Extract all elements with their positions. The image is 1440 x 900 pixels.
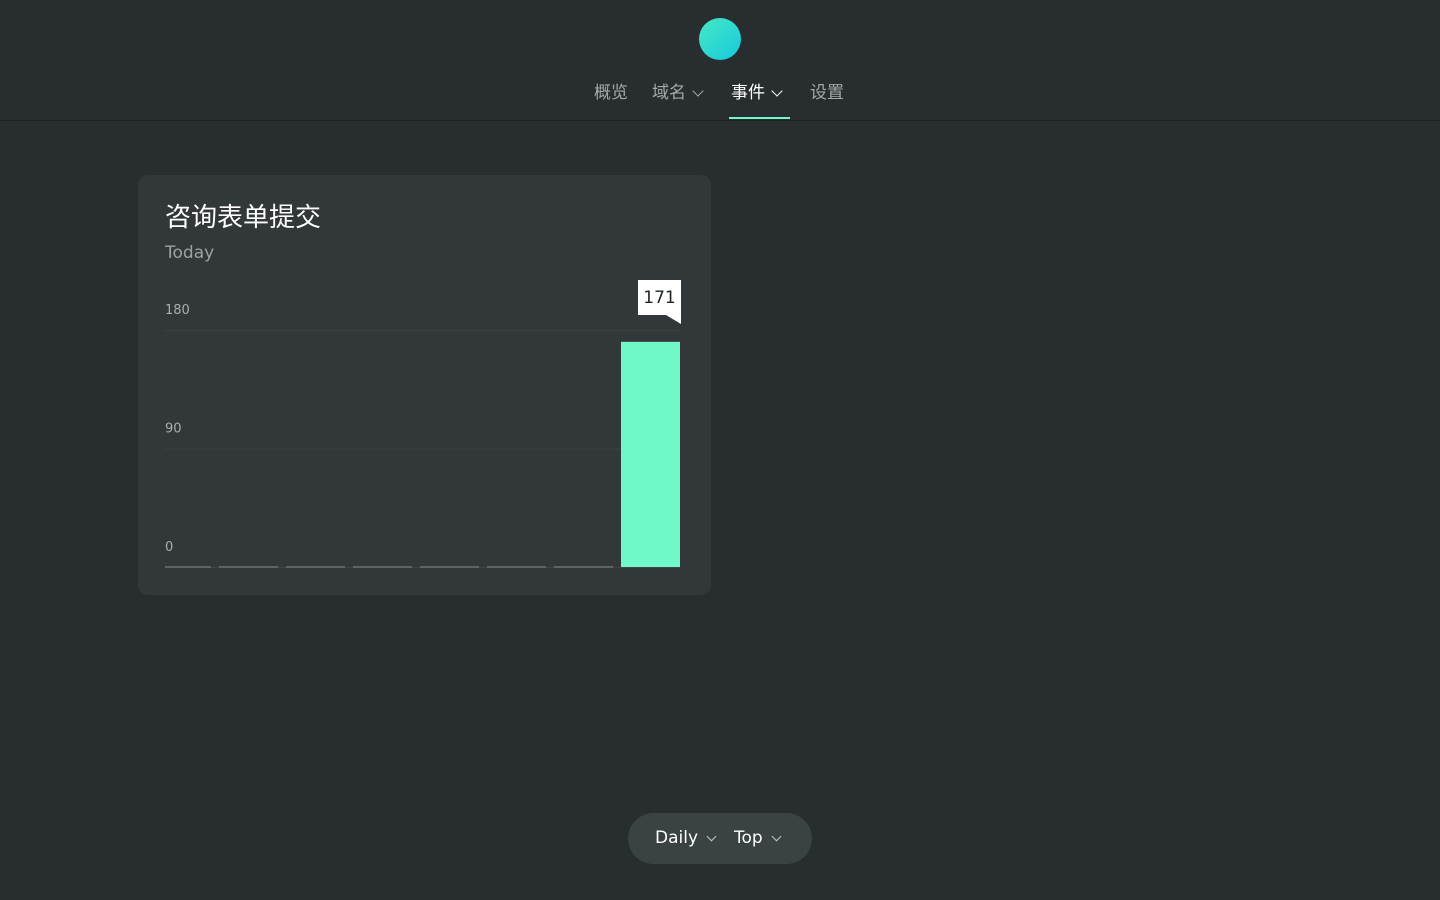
nav-item-settings[interactable]: 设置 xyxy=(810,80,844,120)
nav-item-label: 设置 xyxy=(810,83,844,103)
active-tab-indicator xyxy=(729,117,790,119)
bar xyxy=(487,566,546,568)
chevron-down-icon xyxy=(692,85,704,97)
chevron-down-icon xyxy=(771,85,783,97)
bar xyxy=(353,566,412,568)
value-tooltip-label: 171 xyxy=(643,288,675,308)
logo-icon[interactable] xyxy=(699,18,741,60)
sort-dropdown[interactable]: Top xyxy=(734,813,782,864)
nav-item-label: 域名 xyxy=(652,83,686,103)
chevron-down-icon xyxy=(706,831,717,842)
y-tick-label: 180 xyxy=(165,303,190,318)
top-header: 概览 域名 事件 设置 xyxy=(0,0,1440,121)
period-dropdown[interactable]: Daily xyxy=(655,813,717,864)
bar-chart: 0 90 180 171 xyxy=(165,280,681,568)
nav-item-overview[interactable]: 概览 xyxy=(594,80,628,120)
event-card[interactable]: 咨询表单提交 Today 0 90 180 171 xyxy=(138,175,711,595)
nav-item-domains[interactable]: 域名 xyxy=(652,80,704,120)
bar xyxy=(219,566,278,568)
sort-label: Top xyxy=(734,828,763,848)
y-tick-label: 90 xyxy=(165,422,182,437)
bar xyxy=(621,341,680,567)
bar xyxy=(286,566,345,568)
main-nav: 概览 域名 事件 设置 xyxy=(0,80,1440,120)
chevron-down-icon xyxy=(771,831,782,842)
y-tick-label: 0 xyxy=(165,540,173,555)
nav-item-label: 事件 xyxy=(731,83,765,103)
nav-item-events[interactable]: 事件 xyxy=(731,80,783,120)
nav-item-label: 概览 xyxy=(594,83,628,103)
bottom-controls: Daily Top xyxy=(628,813,812,864)
period-label: Daily xyxy=(655,828,699,848)
bar xyxy=(554,566,613,568)
bar xyxy=(165,566,211,568)
bar xyxy=(420,566,479,568)
